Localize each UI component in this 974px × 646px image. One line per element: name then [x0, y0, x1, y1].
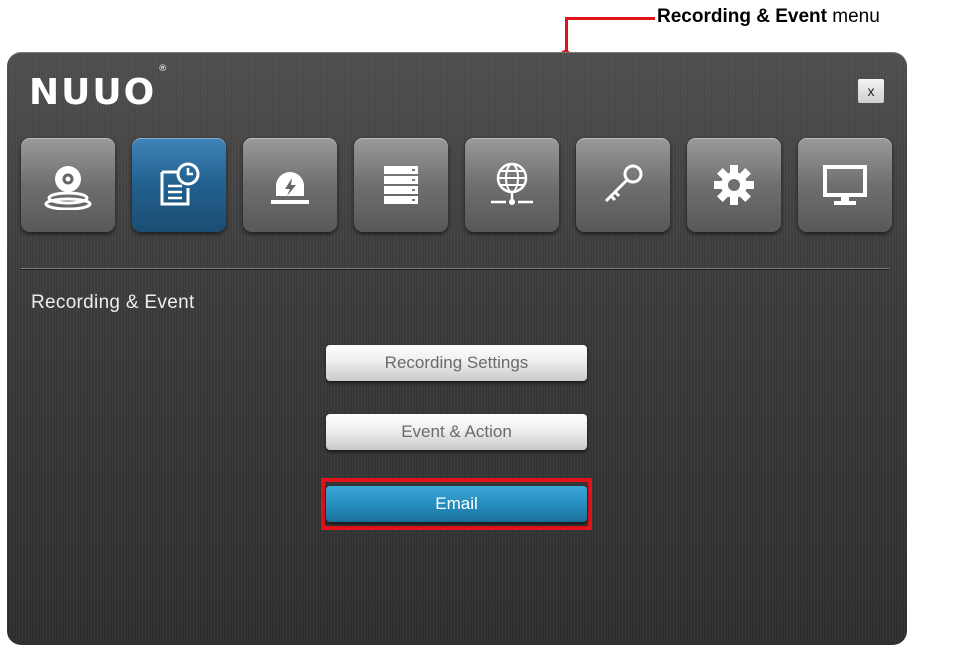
toolbar-recording-event-button[interactable]	[132, 138, 226, 232]
toolbar-storage-button[interactable]	[354, 138, 448, 232]
callout-line	[565, 17, 655, 20]
toolbar-security-button[interactable]	[576, 138, 670, 232]
email-button[interactable]: Email	[326, 486, 587, 522]
section-title: Recording & Event	[31, 292, 195, 313]
key-icon	[604, 164, 643, 203]
alarm-siren-icon	[271, 172, 309, 204]
settings-window: NUUO® x Recording & Event Recording Sett…	[7, 52, 907, 645]
toolbar-alarm-button[interactable]	[243, 138, 337, 232]
gear-icon	[714, 165, 754, 205]
toolbar-camera-button[interactable]	[21, 138, 115, 232]
toolbar-network-button[interactable]	[465, 138, 559, 232]
header-divider	[21, 268, 889, 269]
server-stack-icon	[384, 166, 418, 204]
toolbar-settings-button[interactable]	[687, 138, 781, 232]
recording-settings-button[interactable]: Recording Settings	[326, 345, 587, 381]
network-globe-icon	[491, 162, 533, 205]
main-toolbar	[21, 138, 895, 234]
webcam-icon	[44, 166, 92, 210]
event-action-button[interactable]: Event & Action	[326, 414, 587, 450]
callout-label: Recording & Event menu	[657, 6, 880, 27]
toolbar-display-button[interactable]	[798, 138, 892, 232]
monitor-icon	[823, 165, 867, 205]
nuuo-logo: NUUO®	[29, 64, 170, 113]
schedule-document-icon	[160, 162, 200, 206]
close-button[interactable]: x	[858, 79, 884, 103]
